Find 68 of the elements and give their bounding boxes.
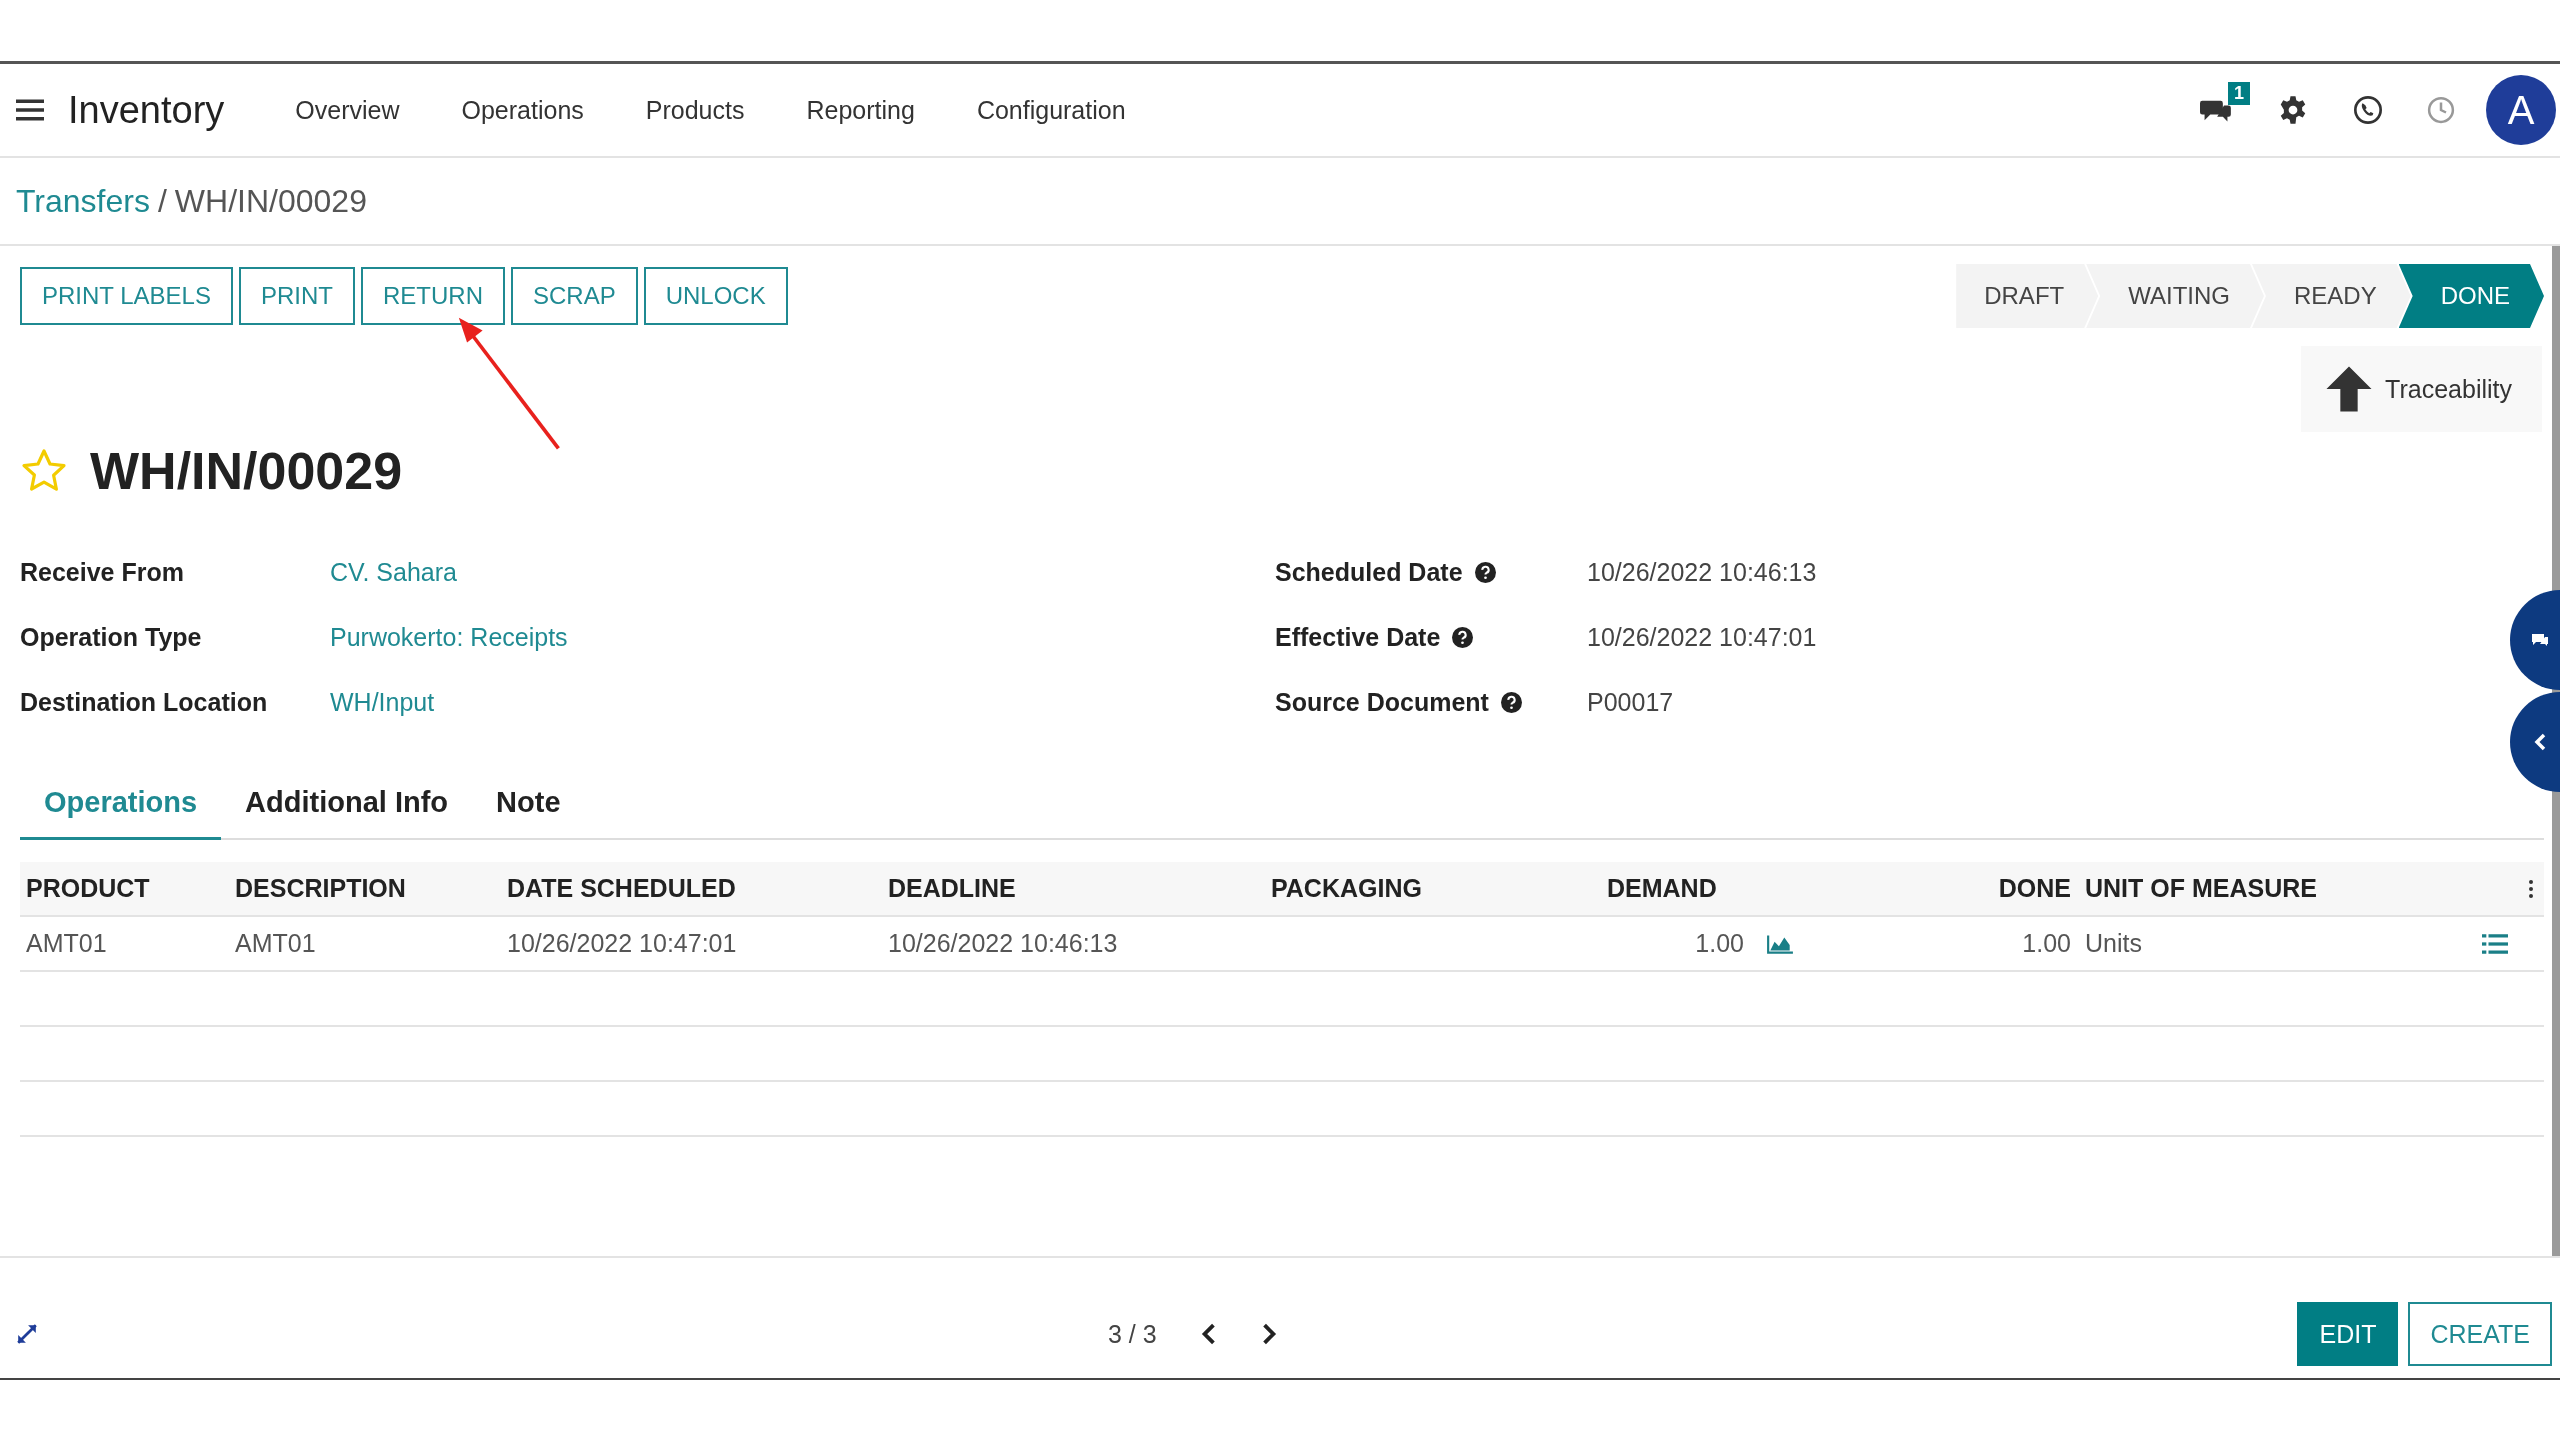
status-stage[interactable]: READY: [2251, 264, 2411, 328]
form-button[interactable]: CREATE: [2408, 1302, 2552, 1366]
table-cell: 1.00: [1695, 929, 1744, 958]
help-icon[interactable]: [1500, 692, 1522, 713]
table-cell-text: AMT01: [235, 929, 317, 958]
action-button[interactable]: RETURN: [360, 267, 505, 325]
column-header[interactable]: DONE: [1830, 874, 2085, 903]
column-header[interactable]: DEADLINE: [888, 874, 1271, 903]
field-link[interactable]: CV. Sahara: [330, 558, 457, 587]
column-header[interactable]: DATE SCHEDULED: [507, 874, 888, 903]
list-icon[interactable]: [2482, 932, 2508, 955]
table-cell: Units: [2085, 929, 2142, 958]
clock-icon[interactable]: [2426, 95, 2456, 125]
field-label: Source Document: [1275, 688, 1489, 717]
field-value: 10/26/2022 10:46:13: [1587, 558, 1817, 587]
breadcrumb-separator: /: [157, 182, 167, 220]
table-cell-text: AMT01: [26, 929, 108, 958]
breadcrumb-current: WH/IN/00029: [174, 182, 367, 220]
action-button[interactable]: PRINT LABELS: [20, 267, 233, 325]
table-cell-text: 10/26/2022 10:47:01: [507, 929, 738, 958]
pager-counter: 3 / 3: [1108, 1319, 1157, 1349]
column-header[interactable]: DEMAND: [1607, 874, 1830, 903]
field-label: Effective Date: [1275, 623, 1441, 652]
field-link[interactable]: Purwokerto: Receipts: [330, 623, 568, 652]
breadcrumb-link[interactable]: Transfers: [16, 182, 150, 220]
table-cell-text: 1.00: [2021, 929, 2072, 958]
phone-chat-icon[interactable]: [2352, 94, 2384, 126]
menu-item[interactable]: Overview: [295, 95, 400, 125]
field-label: Destination Location: [20, 688, 269, 717]
field-link[interactable]: WH/Input: [330, 688, 435, 717]
field-value: P00017: [1587, 688, 1674, 717]
next-icon[interactable]: [1260, 1323, 1277, 1345]
traceability-button[interactable]: Traceability: [2301, 346, 2542, 432]
status-stage[interactable]: WAITING: [2086, 264, 2264, 328]
user-avatar[interactable]: A: [2486, 75, 2556, 145]
action-button[interactable]: UNLOCK: [643, 267, 788, 325]
field-label: Receive From: [20, 558, 185, 587]
menu-item[interactable]: Configuration: [976, 95, 1126, 125]
status-stage[interactable]: DRAFT: [1956, 264, 2099, 328]
field-value: 10/26/2022 10:47:01: [1587, 623, 1817, 652]
column-header[interactable]: DESCRIPTION: [235, 874, 507, 903]
column-header[interactable]: PRODUCT: [26, 874, 235, 903]
record-title: WH/IN/00029: [90, 441, 403, 501]
status-stage[interactable]: DONE: [2398, 264, 2544, 328]
app-name[interactable]: Inventory: [68, 88, 225, 132]
tab[interactable]: Operations: [20, 772, 222, 840]
menu-item[interactable]: Reporting: [806, 95, 915, 125]
menu-item[interactable]: Products: [645, 95, 745, 125]
menu-item[interactable]: Operations: [461, 95, 584, 125]
previous-icon[interactable]: [1200, 1323, 1217, 1345]
expand-icon[interactable]: [16, 1323, 38, 1345]
action-button[interactable]: PRINT: [238, 267, 355, 325]
table-cell-text: 10/26/2022 10:46:13: [888, 929, 1119, 958]
column-header[interactable]: PACKAGING: [1271, 874, 1607, 903]
tab[interactable]: Note: [472, 772, 585, 838]
column-header[interactable]: UNIT OF MEASURE: [2085, 874, 2504, 903]
message-count-badge: 1: [2228, 82, 2250, 105]
tab[interactable]: Additional Info: [221, 772, 473, 838]
help-icon[interactable]: [1452, 627, 1474, 648]
field-label: Operation Type: [20, 623, 203, 652]
column-options-icon[interactable]: [2528, 878, 2534, 899]
area-chart-icon[interactable]: [1766, 932, 1794, 955]
field-label: Scheduled Date: [1275, 558, 1463, 587]
help-icon[interactable]: [1474, 562, 1496, 583]
action-button[interactable]: SCRAP: [510, 267, 638, 325]
form-button[interactable]: EDIT: [2297, 1302, 2399, 1366]
settings-icon[interactable]: [2278, 95, 2308, 125]
menu-icon[interactable]: [16, 98, 44, 122]
